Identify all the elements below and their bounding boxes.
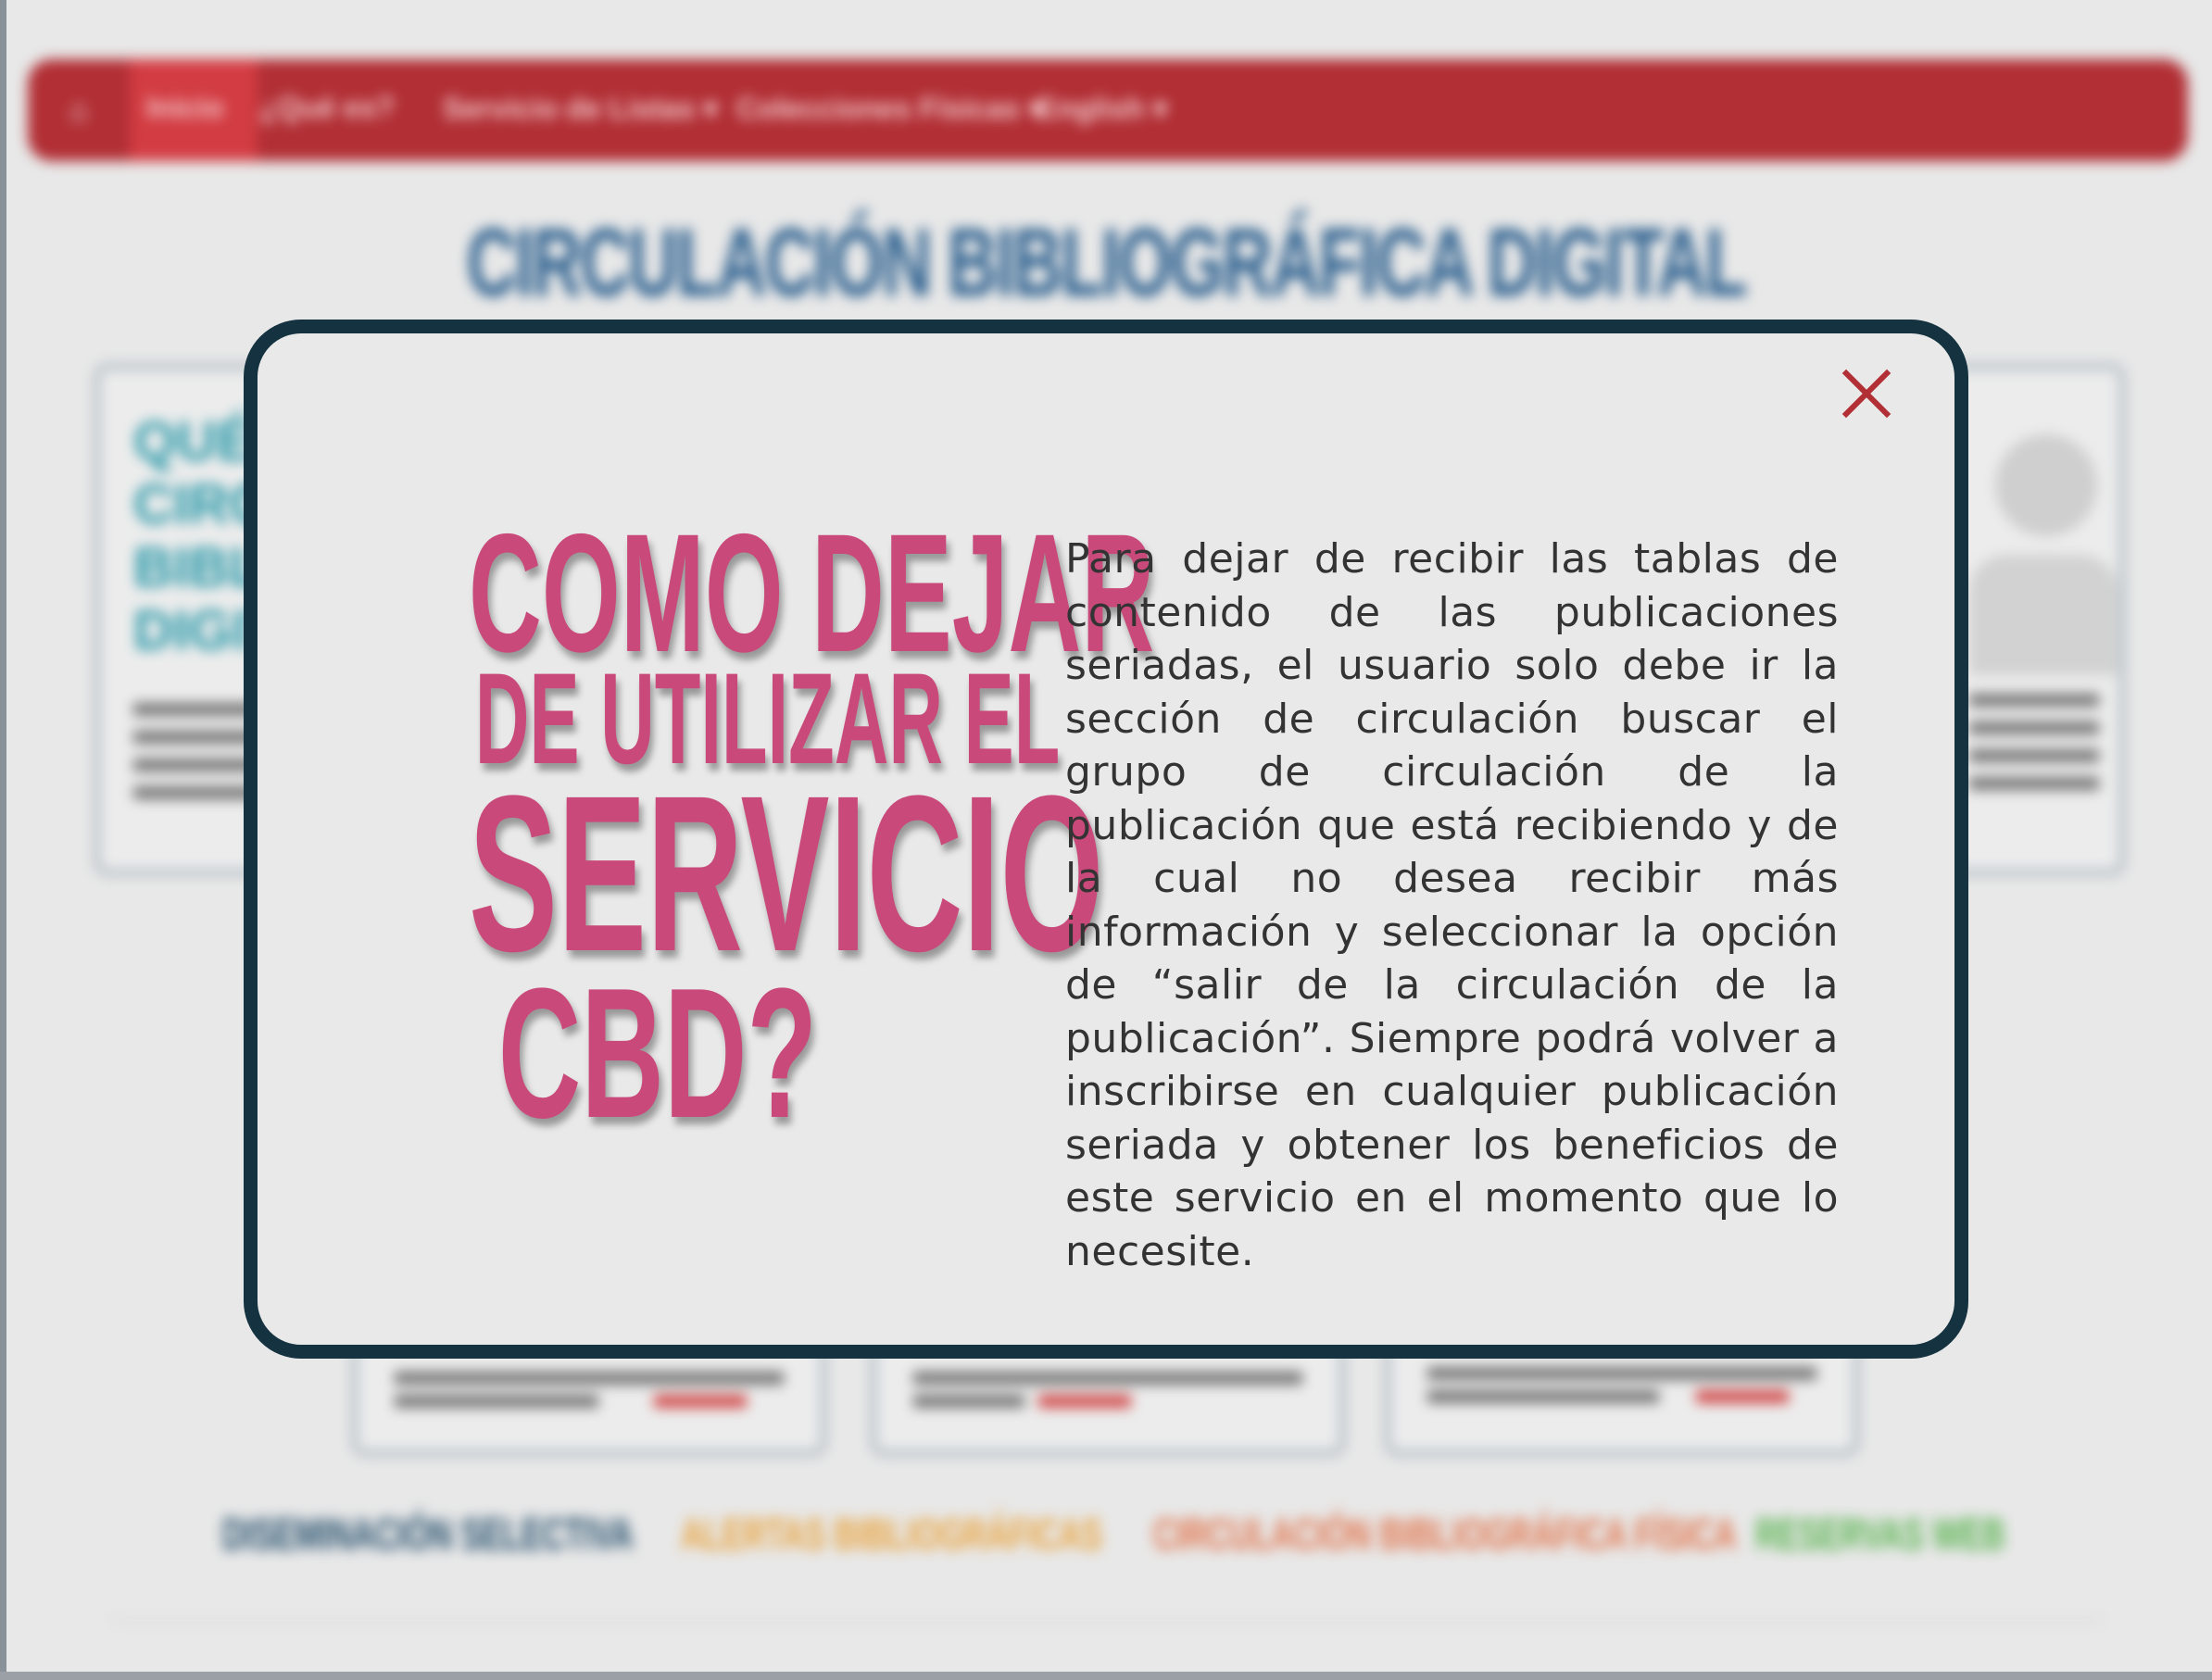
ver-mas-link[interactable] bbox=[1038, 1395, 1131, 1408]
page-title: CIRCULACIÓN BIBLIOGRÁFICA DIGITAL bbox=[466, 209, 1748, 317]
nav-item-colecciones-fisicas[interactable]: Colecciones Físicas ▾ bbox=[736, 91, 1043, 126]
card-text-line bbox=[913, 1395, 1024, 1408]
card-text-line bbox=[1969, 694, 2099, 707]
card-text-line bbox=[1969, 777, 2099, 790]
modal-title-line: COMO DEJAR bbox=[469, 498, 1155, 687]
card-text-line bbox=[395, 1395, 598, 1408]
footer-link-alertas[interactable]: ALERTAS BIBLIOGRÁFICAS bbox=[681, 1510, 1102, 1561]
card-text-line bbox=[395, 1372, 784, 1385]
modal-title-line: SERVICIO bbox=[469, 749, 1104, 997]
avatar bbox=[1995, 434, 2097, 536]
modal-title: COMO DEJAR DE UTILIZAR EL SERVICIO CBD? bbox=[343, 498, 1155, 1157]
footer-link-diseminacion[interactable]: DISEMINACIÓN SELECTIVA bbox=[222, 1510, 634, 1561]
footer-link-circulacion-fisica[interactable]: CIRCULACIÓN BIBLIOGRÁFICA FÍSICA bbox=[1153, 1510, 1737, 1561]
window-left-edge bbox=[0, 0, 6, 1680]
top-navbar: ⌂ Inicio ¿Qué es? Servicio de Listas ▾ C… bbox=[28, 59, 2188, 161]
home-icon[interactable]: ⌂ bbox=[28, 59, 130, 161]
card-text-line bbox=[913, 1372, 1302, 1385]
card-text-line bbox=[1969, 749, 2099, 762]
page: ⌂ Inicio ¿Qué es? Servicio de Listas ▾ C… bbox=[0, 0, 2212, 1680]
footer-divider bbox=[111, 1619, 2103, 1622]
modal-body-text: Para dejar de recibir las tablas de cont… bbox=[1065, 535, 1839, 1275]
nav-item-english[interactable]: English ▾ bbox=[1037, 91, 1168, 126]
nav-item-inicio[interactable]: Inicio bbox=[146, 91, 224, 125]
close-icon[interactable] bbox=[1839, 366, 1894, 421]
modal-title-line: CBD? bbox=[497, 950, 818, 1157]
nav-item-que-es[interactable]: ¿Qué es? bbox=[259, 91, 395, 125]
ver-mas-link[interactable] bbox=[654, 1395, 747, 1408]
nav-item-servicio-listas[interactable]: Servicio de Listas ▾ bbox=[443, 91, 718, 126]
card-text-line bbox=[1969, 721, 2099, 734]
card-text-line bbox=[1427, 1390, 1659, 1403]
window-bottom-edge bbox=[0, 1672, 2212, 1680]
card-text-line bbox=[1427, 1367, 1816, 1380]
ver-mas-link[interactable] bbox=[1696, 1390, 1789, 1403]
avatar-body bbox=[1969, 555, 2118, 675]
footer-link-reservas-web[interactable]: RESERVAS WEB bbox=[1755, 1510, 2005, 1561]
